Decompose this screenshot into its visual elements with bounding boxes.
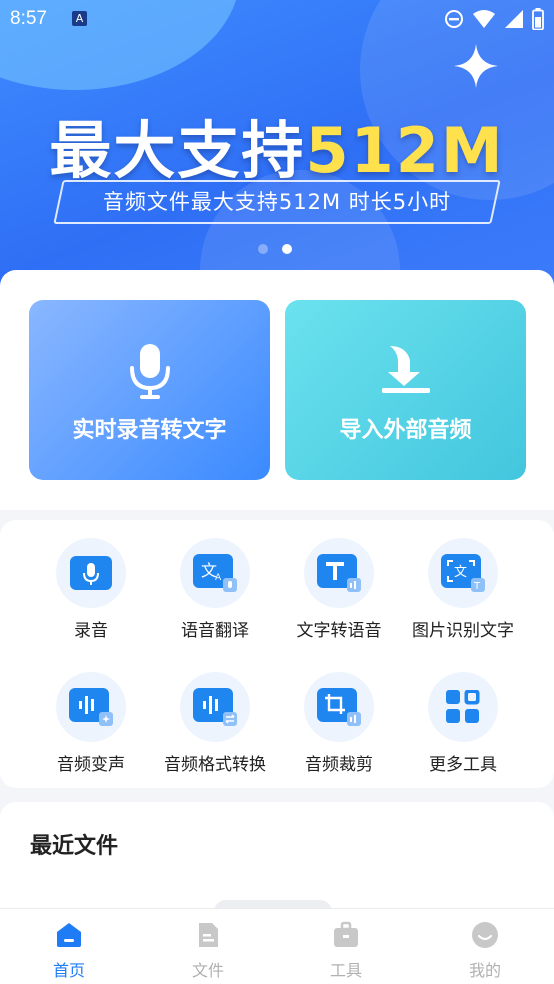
tool-label: 更多工具 bbox=[429, 755, 497, 775]
main-actions-card: 实时录音转文字 导入外部音频 bbox=[0, 270, 554, 510]
headline-text: 最大支持 bbox=[49, 114, 306, 187]
tool-text-to-speech[interactable]: 文字转语音 bbox=[274, 520, 404, 641]
realtime-record-button[interactable]: 实时录音转文字 bbox=[29, 300, 270, 480]
nav-label: 文件 bbox=[191, 961, 224, 980]
nav-label: 我的 bbox=[468, 961, 501, 980]
grid-icon bbox=[446, 690, 480, 723]
tool-voice-translate[interactable]: 文 A 语音翻译 bbox=[150, 520, 280, 641]
banner-subline: 音频文件最大支持512M 时长5小时 bbox=[102, 190, 452, 214]
carousel-dot[interactable] bbox=[258, 244, 268, 254]
tool-format-convert[interactable]: 音频格式转换 bbox=[150, 654, 280, 775]
battery-icon bbox=[532, 8, 544, 30]
tool-voice-changer[interactable]: 音频变声 bbox=[26, 654, 156, 775]
nav-profile[interactable]: 我的 bbox=[440, 921, 530, 981]
nav-label: 工具 bbox=[329, 961, 362, 980]
do-not-disturb-icon bbox=[445, 10, 463, 28]
tools-grid: 录音 文 A 语音翻译 文字转语音 文 T 图片识别文字 音频变声 音频格式转换… bbox=[0, 520, 554, 788]
import-audio-label: 导入外部音频 bbox=[339, 418, 472, 443]
tool-image-ocr[interactable]: 文 T 图片识别文字 bbox=[398, 520, 528, 641]
realtime-record-label: 实时录音转文字 bbox=[72, 418, 227, 443]
nav-tools[interactable]: 工具 bbox=[301, 921, 391, 981]
microphone-icon bbox=[70, 556, 112, 590]
tool-label: 图片识别文字 bbox=[412, 621, 514, 641]
tool-label: 文字转语音 bbox=[296, 621, 382, 641]
home-icon bbox=[57, 923, 81, 947]
svg-text:T: T bbox=[473, 581, 481, 592]
text-to-speech-icon bbox=[317, 554, 361, 592]
image-ocr-icon: 文 T bbox=[441, 554, 485, 592]
svg-text:A: A bbox=[215, 573, 222, 583]
tool-record[interactable]: 录音 bbox=[26, 520, 156, 641]
crop-icon bbox=[317, 688, 361, 726]
nav-label: 首页 bbox=[52, 961, 85, 980]
tool-audio-crop[interactable]: 音频裁剪 bbox=[274, 654, 404, 775]
headline-highlight: 512M bbox=[305, 114, 505, 187]
import-audio-button[interactable]: 导入外部音频 bbox=[285, 300, 526, 480]
recent-files-section: 最近文件 bbox=[0, 802, 554, 924]
tool-label: 录音 bbox=[74, 621, 108, 641]
promo-banner[interactable]: 8:57 A 最大支持512M 音频文件最大支持512M 时长5小时 bbox=[0, 0, 554, 300]
tool-label: 音频格式转换 bbox=[164, 755, 266, 775]
status-time: 8:57 bbox=[10, 8, 47, 29]
tool-label: 语音翻译 bbox=[181, 621, 249, 641]
tool-label: 音频裁剪 bbox=[305, 755, 373, 775]
banner-headline: 最大支持512M bbox=[0, 100, 554, 190]
voice-changer-icon bbox=[69, 688, 113, 726]
status-bar: 8:57 A bbox=[0, 0, 554, 36]
carousel-dot-active[interactable] bbox=[282, 244, 292, 254]
nav-home[interactable]: 首页 bbox=[24, 921, 114, 981]
carousel-indicator bbox=[258, 244, 292, 254]
sparkle-icon bbox=[454, 44, 498, 88]
import-icon bbox=[381, 346, 430, 393]
file-icon bbox=[199, 923, 218, 947]
toolbox-icon bbox=[334, 921, 358, 947]
tool-more[interactable]: 更多工具 bbox=[398, 654, 528, 775]
signal-icon bbox=[505, 10, 523, 28]
format-convert-icon bbox=[193, 688, 237, 726]
microphone-icon bbox=[129, 344, 170, 399]
wifi-icon bbox=[473, 10, 495, 28]
profile-icon bbox=[472, 922, 498, 948]
nav-files[interactable]: 文件 bbox=[163, 921, 253, 981]
notification-icon: A bbox=[72, 11, 87, 26]
bottom-navigation: 首页 文件 工具 我的 bbox=[0, 908, 554, 984]
svg-text:文: 文 bbox=[454, 565, 467, 580]
translate-icon: 文 A bbox=[193, 554, 237, 592]
tool-label: 音频变声 bbox=[57, 755, 125, 775]
recent-files-title: 最近文件 bbox=[30, 834, 119, 859]
